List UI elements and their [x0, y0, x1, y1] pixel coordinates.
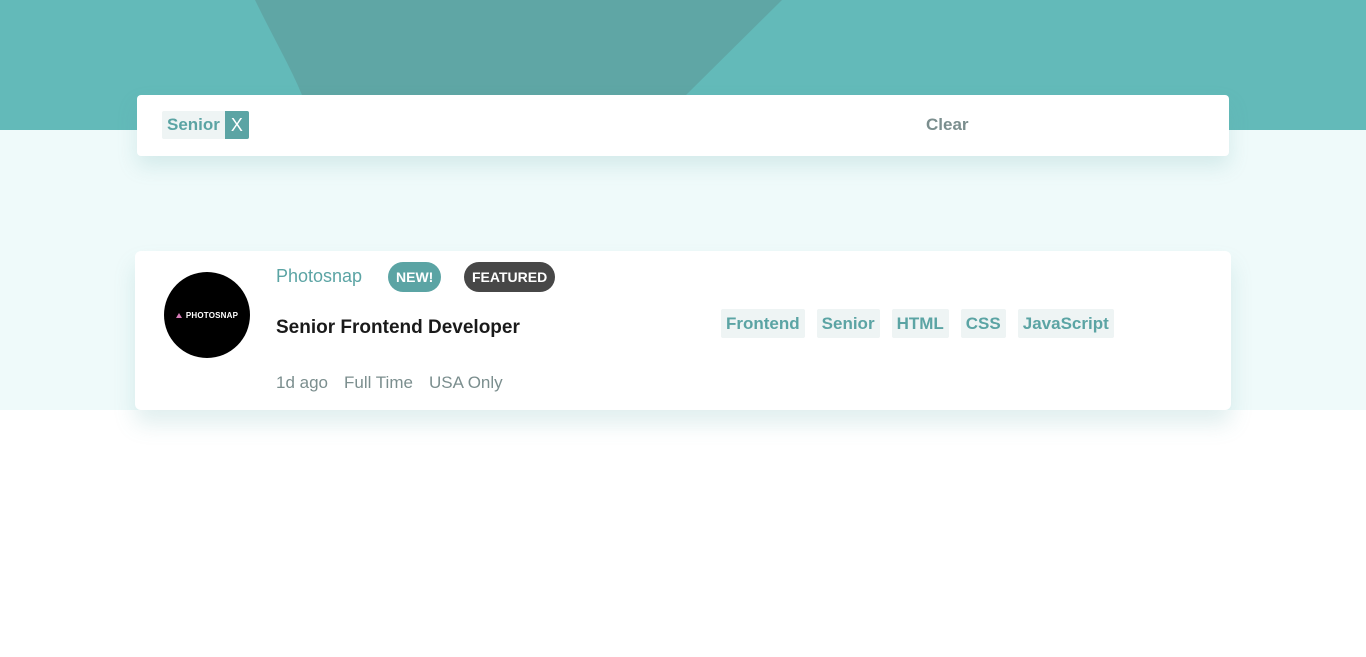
tag-javascript[interactable]: JavaScript — [1017, 309, 1114, 338]
featured-badge: FEATURED — [464, 262, 556, 292]
new-badge: NEW! — [388, 262, 442, 292]
logo-text: PHOTOSNAP — [185, 310, 239, 320]
contract-type: Full Time — [344, 373, 413, 392]
job-listings-page: Senior X Clear PHOTOSNAP Photosnap NEW! … — [0, 0, 1366, 657]
posted-at: 1d ago — [276, 373, 328, 392]
clear-filters-button[interactable]: Clear — [926, 114, 969, 136]
job-meta: 1d ago Full Time USA Only — [276, 372, 503, 394]
tag-frontend[interactable]: Frontend — [721, 309, 805, 338]
logo-triangle-icon — [175, 312, 182, 318]
filter-chip-senior: Senior X — [162, 111, 249, 139]
remove-filter-button[interactable]: X — [224, 111, 249, 139]
company-logo: PHOTOSNAP — [164, 272, 250, 358]
job-tags: Frontend Senior HTML CSS JavaScript — [721, 309, 1114, 338]
tag-html[interactable]: HTML — [891, 309, 949, 338]
company-name: Photosnap — [276, 266, 363, 286]
job-title[interactable]: Senior Frontend Developer — [276, 316, 520, 340]
location: USA Only — [428, 373, 503, 392]
tag-css[interactable]: CSS — [960, 309, 1006, 338]
tag-senior[interactable]: Senior — [816, 309, 880, 338]
filter-chip-label: Senior — [162, 111, 225, 139]
filter-bar: Senior X Clear — [137, 95, 1229, 156]
job-card: PHOTOSNAP Photosnap NEW! FEATURED Senior… — [135, 251, 1231, 410]
